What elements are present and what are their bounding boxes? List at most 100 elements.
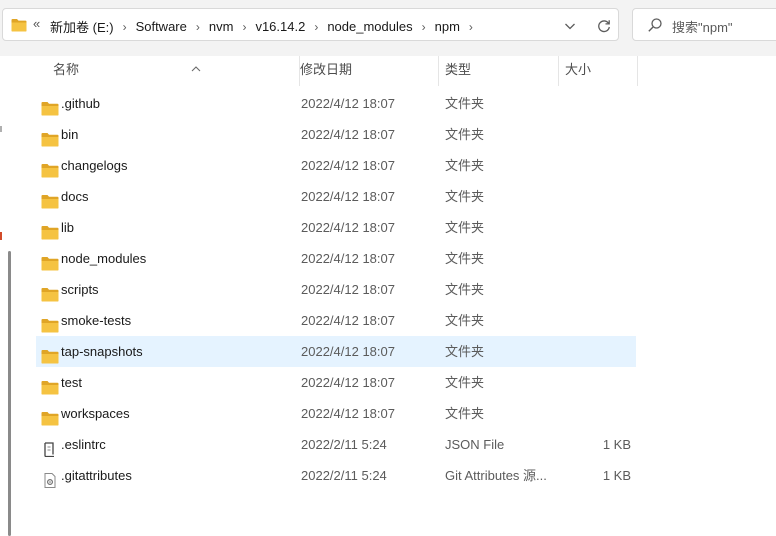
- file-name: bin: [61, 127, 79, 142]
- file-row[interactable]: .gitattributes 2022/2/11 5:24 Git Attribut…: [36, 460, 636, 491]
- file-type: 文件夹: [445, 406, 485, 421]
- address-bar[interactable]: « 新加卷 (E:) › Software › nvm › v16.14.2 › node_mo…: [2, 8, 619, 41]
- sort-ascending-icon: [191, 55, 201, 83]
- column-header-name[interactable]: 名称: [45, 56, 300, 86]
- chevron-right-icon[interactable]: ›: [242, 20, 246, 34]
- chevron-right-icon[interactable]: ›: [123, 20, 127, 34]
- file-row[interactable]: .github 2022/4/12 18:07 文件夹: [36, 88, 636, 119]
- column-header-name-label: 名称: [53, 62, 80, 77]
- file-type: Git Attributes 源...: [445, 468, 547, 483]
- file-name: test: [61, 375, 82, 390]
- search-icon: [647, 17, 663, 36]
- chevron-right-icon[interactable]: ›: [422, 20, 426, 34]
- file-row[interactable]: changelogs 2022/4/12 18:07 文件夹: [36, 150, 636, 181]
- file-row[interactable]: lib 2022/4/12 18:07 文件夹: [36, 212, 636, 243]
- column-header-size[interactable]: 大小: [557, 56, 638, 86]
- folder-icon: [41, 251, 59, 271]
- file-name: smoke-tests: [61, 313, 132, 328]
- breadcrumb-overflow-button[interactable]: «: [33, 16, 40, 31]
- file-row[interactable]: docs 2022/4/12 18:07 文件夹: [36, 181, 636, 212]
- file-size: 1 KB: [602, 437, 631, 452]
- navigation-scrollbar[interactable]: [8, 251, 11, 536]
- column-header-modified[interactable]: 修改日期: [292, 56, 439, 86]
- file-name: node_modules: [61, 251, 147, 266]
- file-type: 文件夹: [445, 96, 485, 111]
- chevron-down-icon[interactable]: [562, 18, 578, 37]
- column-header-modified-label: 修改日期: [300, 62, 353, 77]
- file-type: JSON File: [445, 437, 505, 452]
- folder-icon: [41, 127, 59, 147]
- file-modified: 2022/4/12 18:07: [301, 406, 395, 421]
- folder-icon: [41, 282, 59, 302]
- json-file-icon: [41, 437, 59, 458]
- file-type: 文件夹: [445, 127, 485, 142]
- file-list: .github 2022/4/12 18:07 文件夹 bin 2022/4/12 18…: [36, 88, 636, 491]
- column-header-size-label: 大小: [565, 62, 592, 77]
- search-placeholder: 搜索"npm": [672, 20, 733, 35]
- file-row[interactable]: workspaces 2022/4/12 18:07 文件夹: [36, 398, 636, 429]
- file-name: .eslintrc: [61, 437, 106, 452]
- file-type: 文件夹: [445, 189, 485, 204]
- file-row[interactable]: .eslintrc 2022/2/11 5:24 JSON File 1 KB: [36, 429, 636, 460]
- column-headers: 名称 修改日期 类型 大小: [16, 56, 776, 86]
- file-name: workspaces: [61, 406, 130, 421]
- chevron-right-icon[interactable]: ›: [314, 20, 318, 34]
- folder-icon: [41, 344, 59, 364]
- chevron-right-icon[interactable]: ›: [196, 20, 200, 34]
- gitattributes-file-icon: [41, 468, 59, 488]
- file-row[interactable]: smoke-tests 2022/4/12 18:07 文件夹: [36, 305, 636, 336]
- file-name: changelogs: [61, 158, 128, 173]
- file-modified: 2022/4/12 18:07: [301, 189, 395, 204]
- refresh-icon[interactable]: [596, 18, 612, 37]
- file-row[interactable]: scripts 2022/4/12 18:07 文件夹: [36, 274, 636, 305]
- toolbar: « 新加卷 (E:) › Software › nvm › v16.14.2 › node_mo…: [0, 0, 776, 56]
- file-modified: 2022/4/12 18:07: [301, 158, 395, 173]
- file-type: 文件夹: [445, 251, 485, 266]
- column-header-type[interactable]: 类型: [437, 56, 559, 86]
- breadcrumb-item[interactable]: nvm: [209, 19, 234, 34]
- folder-icon: [41, 96, 59, 116]
- breadcrumb-item[interactable]: v16.14.2: [255, 19, 305, 34]
- folder-icon: [41, 313, 59, 333]
- folder-icon: [41, 220, 59, 240]
- file-name: .gitattributes: [61, 468, 132, 483]
- folder-icon: [41, 375, 59, 395]
- navigation-pane-edge: [0, 56, 16, 536]
- file-type: 文件夹: [445, 313, 485, 328]
- file-modified: 2022/2/11 5:24: [301, 468, 387, 483]
- file-modified: 2022/4/12 18:07: [301, 313, 395, 328]
- file-row[interactable]: node_modules 2022/4/12 18:07 文件夹: [36, 243, 636, 274]
- breadcrumb-item[interactable]: node_modules: [327, 19, 412, 34]
- file-row[interactable]: tap-snapshots 2022/4/12 18:07 文件夹: [36, 336, 636, 367]
- search-input[interactable]: 搜索"npm": [632, 8, 776, 41]
- file-modified: 2022/4/12 18:07: [301, 127, 395, 142]
- file-modified: 2022/4/12 18:07: [301, 220, 395, 235]
- folder-icon: [11, 18, 27, 35]
- file-modified: 2022/4/12 18:07: [301, 375, 395, 390]
- file-type: 文件夹: [445, 344, 485, 359]
- breadcrumb-item[interactable]: Software: [136, 19, 187, 34]
- file-modified: 2022/4/12 18:07: [301, 251, 395, 266]
- column-header-type-label: 类型: [445, 62, 472, 77]
- breadcrumb-item[interactable]: npm: [435, 19, 460, 34]
- folder-icon: [41, 189, 59, 209]
- file-modified: 2022/4/12 18:07: [301, 282, 395, 297]
- nav-pane-marker: [0, 126, 2, 132]
- file-row[interactable]: test 2022/4/12 18:07 文件夹: [36, 367, 636, 398]
- folder-icon: [41, 406, 59, 426]
- file-type: 文件夹: [445, 158, 485, 173]
- file-modified: 2022/4/12 18:07: [301, 344, 395, 359]
- file-name: tap-snapshots: [61, 344, 143, 359]
- file-size: 1 KB: [602, 468, 631, 483]
- file-name: .github: [61, 96, 101, 111]
- chevron-right-icon[interactable]: ›: [469, 20, 473, 34]
- file-name: lib: [61, 220, 75, 235]
- file-modified: 2022/4/12 18:07: [301, 96, 395, 111]
- nav-pane-marker: [0, 232, 2, 240]
- breadcrumb-item[interactable]: 新加卷 (E:): [50, 17, 114, 36]
- file-name: docs: [61, 189, 89, 204]
- file-row[interactable]: bin 2022/4/12 18:07 文件夹: [36, 119, 636, 150]
- file-type: 文件夹: [445, 220, 485, 235]
- file-name: scripts: [61, 282, 99, 297]
- file-type: 文件夹: [445, 375, 485, 390]
